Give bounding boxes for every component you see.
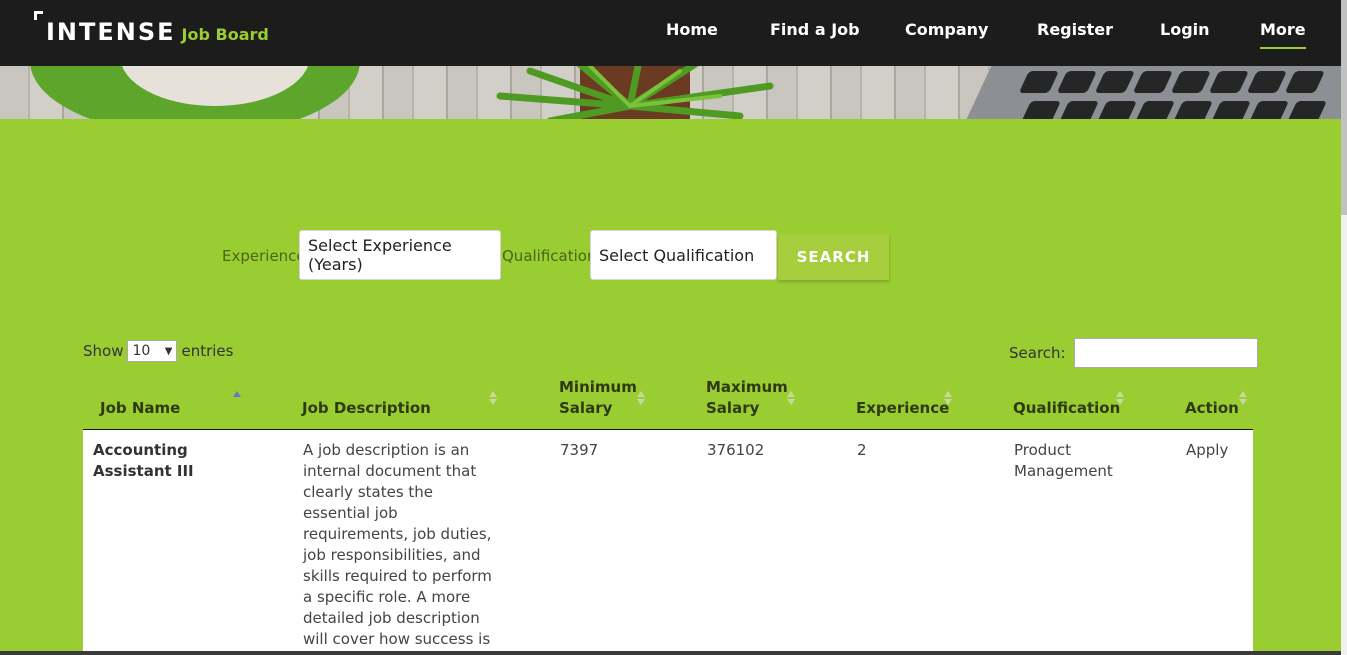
keyboard-key [1058,101,1099,119]
sort-ascending-icon [233,391,242,407]
table-body: Accounting Assistant III A job descripti… [83,430,1253,655]
column-header-job-description[interactable]: Job Description [302,398,431,419]
nav-register[interactable]: Register [1037,20,1113,39]
keyboard-key [1210,101,1251,119]
keyboard-key [1096,101,1137,119]
site-logo[interactable]: INTENSE Job Board [34,11,269,46]
nav-more[interactable]: More [1260,20,1306,49]
page-scrollbar[interactable] [1341,0,1347,655]
sort-both-icon [787,391,796,407]
column-header-qualification[interactable]: Qualification [1013,398,1120,419]
cell-qualification: Product Management [1014,441,1113,480]
cell-minimum-salary: 7397 [560,441,599,459]
hero-banner-image [0,66,1341,119]
nav-find-a-job[interactable]: Find a Job [770,20,860,39]
keyboard-key [1248,101,1289,119]
dropdown-arrow-icon: ▼ [164,345,173,357]
table-search-control: Search: [1009,338,1258,368]
keyboard-key [1094,71,1135,93]
hero-plant-illustration [496,66,774,119]
keyboard-key [1018,71,1059,93]
keyboard-key [1020,101,1061,119]
search-button[interactable]: SEARCH [778,234,889,280]
keyboard-key [1286,101,1327,119]
qualification-select[interactable]: Select Qualification [590,230,777,280]
keyboard-key [1132,71,1173,93]
sort-both-icon [1116,391,1125,407]
column-header-minimum-salary[interactable]: Minimum Salary [559,377,639,419]
table-header: Job Name Job Description Minimum Salary … [83,370,1253,430]
keyboard-key [1208,71,1249,93]
experience-select[interactable]: Select Experience (Years) [299,230,501,280]
logo-brand-name: INTENSE [46,18,176,46]
keyboard-key [1284,71,1325,93]
sort-both-icon [637,391,646,407]
sort-both-icon [489,391,498,407]
scrollbar-thumb[interactable] [1341,0,1347,215]
bottom-edge-bar [0,651,1341,655]
keyboard-key [1170,71,1211,93]
column-header-job-name[interactable]: Job Name [100,398,180,419]
top-navbar: INTENSE Job Board Home Find a Job Compan… [0,0,1341,66]
qualification-label: Qualification [502,247,597,265]
cell-job-description: A job description is an internal documen… [303,441,492,655]
show-label: Show [83,342,124,360]
cell-experience: 2 [857,441,867,459]
entries-select[interactable]: 10 ▼ [127,340,178,362]
table-search-label: Search: [1009,344,1066,362]
sort-both-icon [1239,391,1248,407]
logo-corner-mark [34,11,43,20]
entries-select-value: 10 [132,343,151,359]
keyboard-key [1172,101,1213,119]
sort-both-icon [944,391,953,407]
cell-job-name: Accounting Assistant III [93,441,194,480]
entries-label: entries [181,342,234,360]
keyboard-key [1246,71,1287,93]
nav-company[interactable]: Company [905,20,988,39]
table-search-input[interactable] [1073,338,1258,368]
column-header-maximum-salary[interactable]: Maximum Salary [706,377,788,419]
nav-home[interactable]: Home [666,20,718,39]
experience-label: Experience [222,247,306,265]
logo-tagline: Job Board [181,25,269,44]
hero-keyboard [949,66,1341,119]
apply-link[interactable]: Apply [1186,440,1228,461]
column-header-action[interactable]: Action [1185,398,1239,419]
keyboard-key [1056,71,1097,93]
cell-maximum-salary: 376102 [707,441,765,459]
entries-length-control: Show 10 ▼ entries [83,340,233,362]
nav-login[interactable]: Login [1160,20,1210,39]
keyboard-key [1134,101,1175,119]
column-header-experience[interactable]: Experience [856,398,949,419]
